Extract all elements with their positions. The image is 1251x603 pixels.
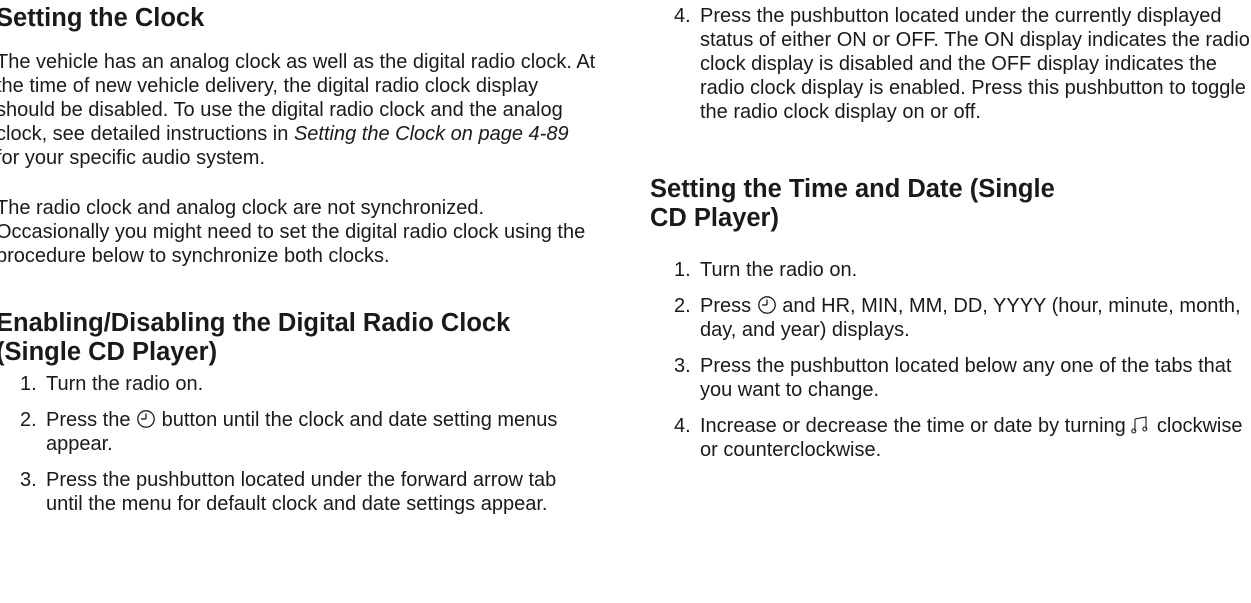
list-item: 4. Press the pushbutton located under th… (650, 4, 1250, 124)
step-number: 4. (674, 415, 691, 437)
step-text: Press the pushbutton located below any o… (700, 355, 1232, 401)
step-text: Increase or decrease the time or date by… (700, 415, 1132, 437)
page-reference: Setting the Clock on page 4-89 (293, 123, 569, 145)
clock-icon (757, 295, 777, 315)
step-number: 2. (20, 409, 37, 431)
step-number: 1. (674, 259, 691, 281)
toggle-step-list: 4. Press the pushbutton located under th… (650, 4, 1250, 124)
step-text: Turn the radio on. (46, 373, 204, 395)
step-text: Press the pushbutton located under the f… (46, 469, 557, 515)
list-item: 1. Turn the radio on. (0, 372, 596, 396)
step-number: 3. (20, 469, 37, 491)
list-item: 1. Turn the radio on. (650, 258, 1250, 282)
tune-knob-icon (1131, 415, 1151, 435)
clock-icon (136, 409, 156, 429)
step-text: and HR, MIN, MM, DD, YYYY (hour, minute,… (700, 295, 1241, 341)
enable-steps-list: 1. Turn the radio on. 2. Press the butto… (0, 372, 596, 516)
list-item: 2. Press and HR, MIN, MM, DD, YYYY (hour… (650, 294, 1250, 342)
intro-paragraph: The vehicle has an analog clock as well … (0, 50, 596, 170)
list-item: 2. Press the button until the clock and … (0, 408, 596, 456)
list-item: 4. Increase or decrease the time or date… (650, 414, 1250, 462)
step-number: 3. (674, 355, 691, 377)
heading-time-date: Setting the Time and Date (Single CD Pla… (650, 175, 1055, 232)
step-number: 1. (20, 373, 37, 395)
step-number: 4. (674, 5, 691, 27)
list-item: 3. Press the pushbutton located under th… (0, 468, 596, 516)
step-text: Turn the radio on. (700, 259, 858, 281)
step-text: Press (700, 295, 757, 317)
step-text: Press the pushbutton located under the c… (700, 5, 1250, 123)
list-item: 3. Press the pushbutton located below an… (650, 354, 1250, 402)
section-title-setting-clock: Setting the Clock (0, 4, 205, 32)
step-number: 2. (674, 295, 691, 317)
intro-text-end: for your specific audio system. (0, 147, 265, 169)
heading-enable-disable: Enabling/Disabling the Digital Radio Clo… (0, 309, 511, 366)
time-date-steps-list: 1. Turn the radio on. 2. Press and HR, M… (650, 258, 1250, 462)
step-text: Press the (46, 409, 137, 431)
sync-paragraph: The radio clock and analog clock are not… (0, 197, 586, 267)
